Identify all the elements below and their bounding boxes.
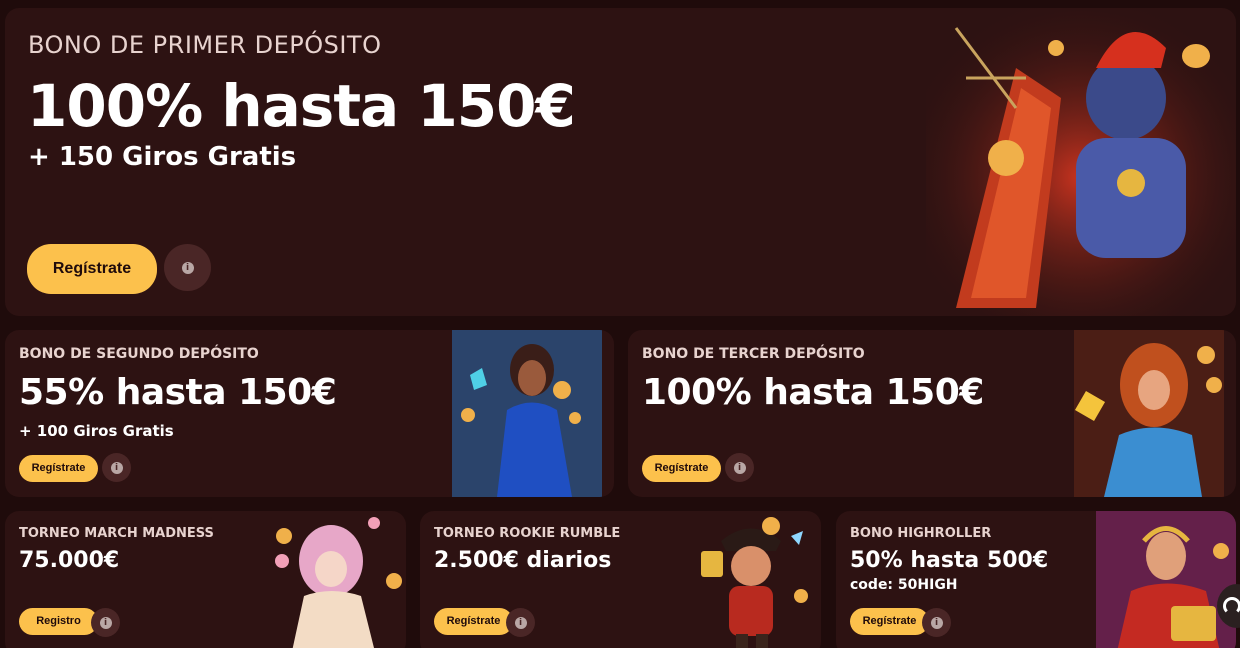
info-button[interactable]: i bbox=[922, 608, 951, 637]
bonus-headline: 100% hasta 150€ bbox=[27, 72, 576, 140]
egyptian-queen-illustration bbox=[452, 330, 602, 497]
third-deposit-bonus-card: BONO DE TERCER DEPÓSITO 100% hasta 150€ … bbox=[628, 330, 1236, 497]
info-icon: i bbox=[514, 616, 527, 629]
second-deposit-bonus-card: BONO DE SEGUNDO DEPÓSITO 55% hasta 150€ … bbox=[5, 330, 614, 497]
info-icon: i bbox=[99, 616, 112, 629]
highroller-bonus-card: BONO HIGHROLLER 50% hasta 500€ code: 50H… bbox=[836, 511, 1236, 648]
tournament-headline: 2.500€ diarios bbox=[434, 548, 612, 573]
bonus-eyebrow: BONO DE PRIMER DEPÓSITO bbox=[28, 31, 382, 59]
caesar-illustration bbox=[1096, 511, 1236, 648]
tournament-headline: 75.000€ bbox=[19, 548, 120, 573]
first-deposit-bonus-card: BONO DE PRIMER DEPÓSITO 100% hasta 150€ … bbox=[5, 8, 1236, 316]
bonus-code: code: 50HIGH bbox=[850, 577, 958, 593]
rookie-rumble-tournament-card: TORNEO ROOKIE RUMBLE 2.500€ diarios Regí… bbox=[420, 511, 821, 648]
headset-icon bbox=[1223, 597, 1240, 615]
pirate-illustration bbox=[681, 511, 821, 648]
info-icon: i bbox=[930, 616, 943, 629]
bonus-headline: 55% hasta 150€ bbox=[19, 372, 337, 413]
info-icon: i bbox=[733, 461, 746, 474]
info-icon: i bbox=[110, 461, 123, 474]
info-button[interactable]: i bbox=[725, 453, 754, 482]
info-button[interactable]: i bbox=[91, 608, 120, 637]
march-madness-tournament-card: TORNEO MARCH MADNESS 75.000€ Registro i bbox=[5, 511, 406, 648]
register-button[interactable]: Regístrate bbox=[434, 608, 513, 635]
tournament-eyebrow: TORNEO MARCH MADNESS bbox=[19, 526, 214, 541]
bonus-headline: 100% hasta 150€ bbox=[642, 372, 984, 413]
info-icon: i bbox=[181, 261, 194, 274]
bonus-eyebrow: BONO HIGHROLLER bbox=[850, 526, 992, 541]
gladiator-warrior-illustration bbox=[926, 8, 1236, 316]
info-button[interactable]: i bbox=[164, 244, 211, 291]
register-button[interactable]: Registro bbox=[19, 608, 98, 635]
register-button[interactable]: Regístrate bbox=[850, 608, 929, 635]
bonus-subtitle: + 150 Giros Gratis bbox=[28, 142, 297, 172]
register-button[interactable]: Regístrate bbox=[642, 455, 721, 482]
elf-girl-illustration bbox=[266, 511, 406, 648]
bonus-eyebrow: BONO DE TERCER DEPÓSITO bbox=[642, 346, 865, 362]
info-button[interactable]: i bbox=[102, 453, 131, 482]
greek-goddess-illustration bbox=[1074, 330, 1224, 497]
info-button[interactable]: i bbox=[506, 608, 535, 637]
bonus-subtitle: + 100 Giros Gratis bbox=[19, 422, 174, 440]
bonus-eyebrow: BONO DE SEGUNDO DEPÓSITO bbox=[19, 346, 259, 362]
register-button[interactable]: Regístrate bbox=[27, 244, 157, 294]
register-button[interactable]: Regístrate bbox=[19, 455, 98, 482]
bonus-headline: 50% hasta 500€ bbox=[850, 548, 1049, 573]
tournament-eyebrow: TORNEO ROOKIE RUMBLE bbox=[434, 526, 621, 541]
